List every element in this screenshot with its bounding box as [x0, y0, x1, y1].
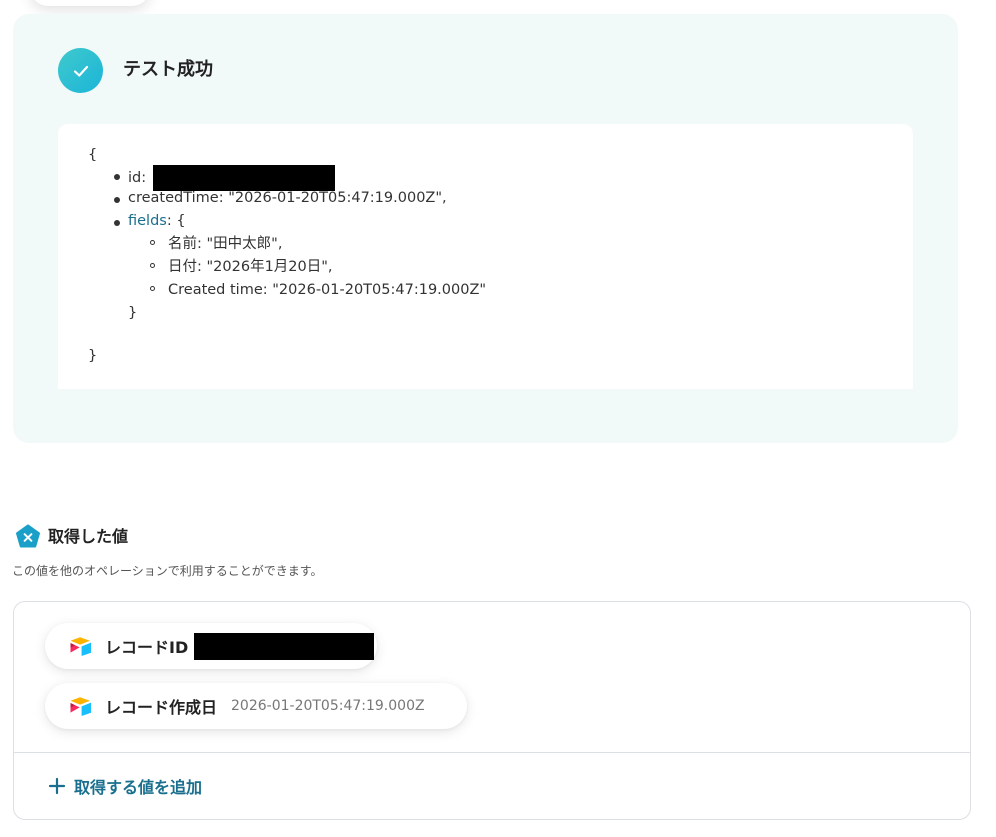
- json-id-key: id:: [128, 170, 147, 186]
- retrieved-values-box: レコードID レコード作成日 2026-01-20T05:47:19.000Z …: [13, 601, 971, 820]
- retrieved-values-title: 取得した値: [48, 527, 129, 546]
- json-close-brace: }: [88, 348, 98, 364]
- json-fields-open: : {: [166, 213, 186, 229]
- json-output: { id: createdTime: "2026-01-20T05:47:19.…: [58, 124, 913, 389]
- variable-icon: [16, 524, 40, 548]
- json-created-time-field-line: Created time: "2026-01-20T05:47:19.000Z": [168, 282, 487, 298]
- airtable-icon: [70, 637, 91, 656]
- airtable-icon: [70, 697, 91, 716]
- json-open-brace: {: [88, 147, 98, 163]
- json-created-time-line: createdTime: "2026-01-20T05:47:19.000Z",: [128, 190, 447, 206]
- value-chip-label: レコードID: [105, 638, 189, 657]
- bullet: [114, 220, 120, 226]
- json-fields-key[interactable]: fields: [128, 213, 167, 229]
- sub-bullet: [150, 240, 155, 245]
- value-chip-label: レコード作成日: [105, 698, 218, 717]
- divider: [14, 752, 970, 753]
- json-fields-close: }: [128, 305, 138, 321]
- retrieved-values-description: この値を他のオペレーションで利用することができます。: [12, 564, 323, 578]
- add-value-button[interactable]: 取得する値を追加: [48, 774, 202, 798]
- value-chip-record-created-date[interactable]: レコード作成日 2026-01-20T05:47:19.000Z: [45, 683, 467, 729]
- sub-bullet: [150, 286, 155, 291]
- bullet: [114, 197, 120, 203]
- test-result-panel: テスト成功 { id: createdTime: "2026-01-20T05:…: [13, 14, 958, 443]
- value-chip-record-id[interactable]: レコードID: [45, 623, 377, 669]
- plus-icon: [48, 777, 66, 795]
- add-value-label: 取得する値を追加: [74, 778, 203, 797]
- test-success-title: テスト成功: [123, 59, 213, 80]
- json-name-line: 名前: "田中太郎",: [168, 236, 283, 252]
- previous-card-shadow: [30, 0, 150, 6]
- redacted-record-id-value: [194, 632, 375, 660]
- sub-bullet: [150, 263, 155, 268]
- json-fields-line: fields: {: [128, 210, 186, 233]
- json-date-line: 日付: "2026年1月20日",: [168, 259, 333, 275]
- check-icon: [58, 48, 103, 93]
- value-chip-value: 2026-01-20T05:47:19.000Z: [231, 698, 425, 714]
- bullet: [114, 174, 120, 180]
